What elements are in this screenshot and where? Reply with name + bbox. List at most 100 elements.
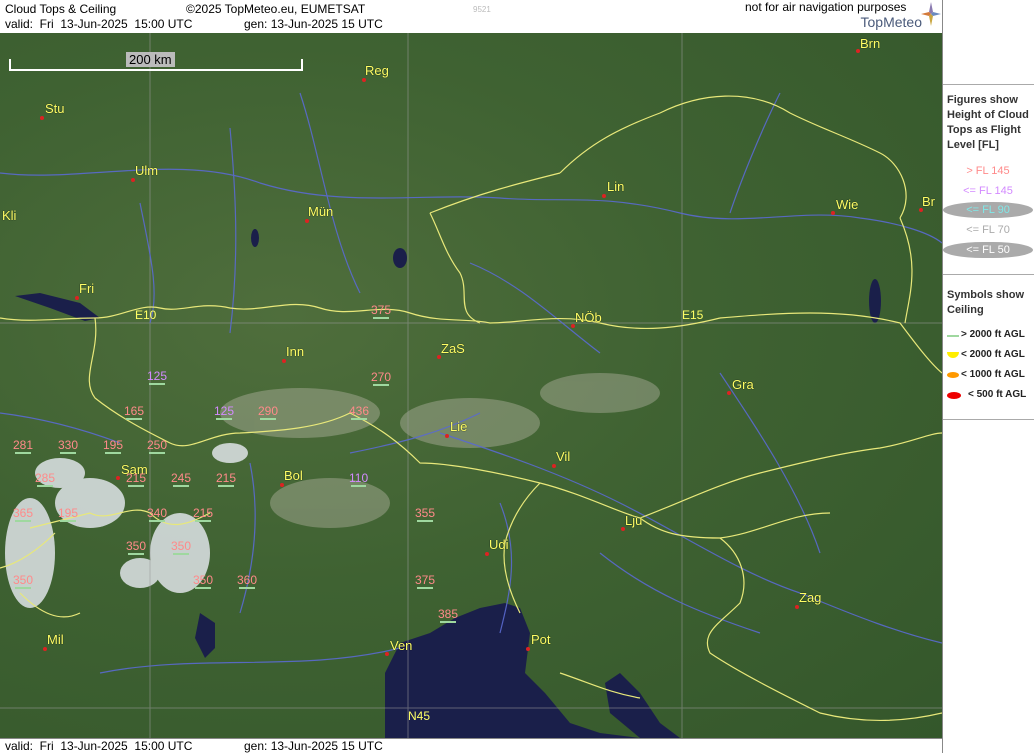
- city-label-br: Br: [922, 194, 935, 209]
- flight-level-label: 250: [147, 438, 168, 454]
- flight-level-label: 365: [13, 506, 34, 522]
- flight-level-label: 350: [193, 573, 214, 589]
- grid-label-n45: N45: [408, 709, 431, 723]
- flight-level-label: 195: [103, 438, 124, 454]
- flight-level-label: 385: [438, 607, 459, 623]
- flight-level-label: 270: [371, 370, 392, 386]
- city-dot: [795, 605, 799, 609]
- city-label-lie: Lie: [450, 419, 468, 434]
- city-dot: [116, 476, 120, 480]
- satellite-map[interactable]: 200 km Brn Reg Stu Ulm Lin Wie Br Kli Mü…: [0, 33, 942, 738]
- ceiling-symbol-icon: [947, 372, 959, 378]
- image-stamp: 9521: [473, 5, 491, 14]
- city-dot: [282, 359, 286, 363]
- footer-valid-time: valid: Fri 13-Jun-2025 15:00 UTC: [5, 739, 193, 753]
- map-title: Cloud Tops & Ceiling: [5, 2, 117, 16]
- legend-item-ceiling-below-500: < 500 ft AGL: [943, 387, 1034, 403]
- cloud-tops-legend: Figures show Height of Cloud Tops as Fli…: [943, 84, 1034, 275]
- city-dot: [280, 483, 284, 487]
- city-label-brn: Brn: [860, 36, 881, 51]
- legend-item-label: <= FL 50: [966, 244, 1010, 256]
- city-label-ven: Ven: [390, 638, 413, 653]
- legend-item-ceiling-above-2000: > 2000 ft AGL: [943, 327, 1034, 343]
- city-dot: [485, 552, 489, 556]
- legend-item-ceiling-below-1000: < 1000 ft AGL: [943, 367, 1034, 383]
- city-label-mun: Mün: [308, 204, 334, 219]
- city-label-pot: Pot: [531, 632, 551, 647]
- city-label-lju: Lju: [625, 513, 643, 528]
- copyright-text: ©2025 TopMeteo.eu, EUMETSAT: [186, 2, 366, 16]
- city-label-stu: Stu: [45, 101, 65, 116]
- grid-label-e10: E10: [135, 308, 157, 322]
- legend-item-label: > 2000 ft AGL: [961, 329, 1025, 340]
- city-label-mil: Mil: [47, 632, 64, 647]
- legend-item-label: < 2000 ft AGL: [961, 349, 1025, 360]
- city-dot: [131, 178, 135, 182]
- cloud-tops-legend-title: Figures show Height of Cloud Tops as Fli…: [947, 94, 1029, 151]
- legend-item-fl-145: <= FL 145: [943, 183, 1033, 199]
- grid-label-e15: E15: [682, 308, 704, 322]
- city-dot: [552, 464, 556, 468]
- flight-level-label: 375: [415, 573, 436, 589]
- city-label-lin: Lin: [607, 179, 625, 194]
- flight-level-label: 165: [124, 404, 145, 420]
- city-label-zas: ZaS: [441, 341, 465, 356]
- city-label-reg: Reg: [365, 63, 389, 78]
- legend-item-fl-above-145: > FL 145: [943, 163, 1033, 179]
- city-label-ulm: Ulm: [135, 163, 159, 178]
- valid-time: valid: Fri 13-Jun-2025 15:00 UTC: [5, 17, 193, 31]
- city-label-fri: Fri: [79, 281, 95, 296]
- city-dot: [831, 211, 835, 215]
- compass-rose-icon: [921, 2, 941, 26]
- city-dot: [43, 647, 47, 651]
- legend-item-label: > FL 145: [966, 165, 1010, 177]
- city-label-kli: Kli: [2, 208, 17, 223]
- flight-level-label: 125: [214, 404, 235, 420]
- legend-item-label: < 1000 ft AGL: [961, 369, 1025, 380]
- city-dot: [40, 116, 44, 120]
- generated-time: gen: 13-Jun-2025 15 UTC: [244, 17, 383, 31]
- flight-level-label: 215: [126, 471, 147, 487]
- disclaimer-text: not for air navigation purposes: [745, 0, 907, 14]
- flight-level-label: 245: [171, 471, 192, 487]
- flight-level-label: 215: [216, 471, 237, 487]
- city-label-bol: Bol: [284, 468, 303, 483]
- legend-panel: Figures show Height of Cloud Tops as Fli…: [942, 0, 1034, 753]
- flight-level-label: 436: [349, 404, 370, 420]
- flight-level-label: 350: [13, 573, 34, 589]
- footer-bar: valid: Fri 13-Jun-2025 15:00 UTC gen: 13…: [0, 738, 942, 754]
- city-label-udi: Udi: [489, 537, 509, 552]
- ceiling-legend: Symbols show Ceiling > 2000 ft AGL < 200…: [943, 274, 1034, 420]
- city-dot: [526, 647, 530, 651]
- flight-level-label: 195: [58, 506, 79, 522]
- brand-logo-text: TopMeteo: [860, 14, 922, 30]
- city-label-wie: Wie: [836, 197, 859, 212]
- city-dot: [445, 434, 449, 438]
- flight-level-label: 281: [13, 438, 34, 454]
- map-geography: [0, 33, 942, 738]
- flight-level-label: 340: [147, 506, 168, 522]
- flight-level-label: 355: [415, 506, 436, 522]
- city-label-inn: Inn: [286, 344, 305, 359]
- city-dot: [305, 219, 309, 223]
- flight-level-label: 360: [237, 573, 258, 589]
- city-label-gra: Gra: [732, 377, 754, 392]
- city-dot: [385, 652, 389, 656]
- ceiling-symbol-icon: [947, 335, 959, 337]
- flight-level-label: 330: [58, 438, 79, 454]
- legend-item-fl-70: <= FL 70: [943, 222, 1033, 238]
- ceiling-symbol-icon: [947, 352, 959, 358]
- city-label-nob: NÖb: [575, 310, 602, 325]
- ceiling-legend-title: Symbols show Ceiling: [947, 289, 1025, 316]
- city-dot: [75, 296, 79, 300]
- city-dot: [727, 391, 731, 395]
- flight-level-label: 350: [171, 539, 192, 555]
- legend-item-label: <= FL 70: [966, 224, 1010, 236]
- legend-item-fl-90: <= FL 90: [943, 202, 1033, 218]
- flight-level-label: 285: [35, 471, 56, 487]
- city-dot: [602, 194, 606, 198]
- scale-label: 200 km: [126, 52, 175, 67]
- legend-item-label: <= FL 90: [966, 204, 1010, 216]
- city-dot: [362, 78, 366, 82]
- legend-item-ceiling-below-2000: < 2000 ft AGL: [943, 347, 1034, 363]
